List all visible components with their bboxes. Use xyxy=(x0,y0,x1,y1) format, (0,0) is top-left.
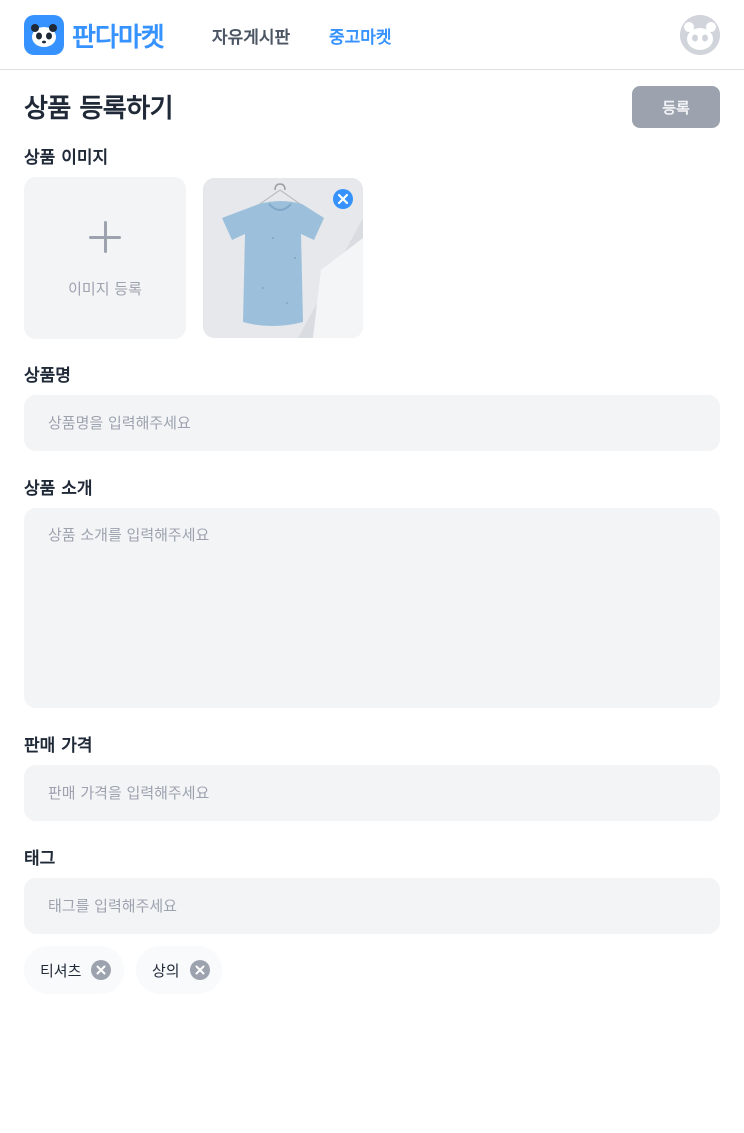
product-name-input[interactable] xyxy=(24,395,720,451)
user-avatar-icon[interactable] xyxy=(680,15,720,55)
remove-tag-icon[interactable] xyxy=(189,960,210,980)
tag-input[interactable] xyxy=(24,878,720,934)
top-navigation-bar: 판다마켓 자유게시판 중고마켓 xyxy=(0,0,744,70)
image-section-label: 상품 이미지 xyxy=(24,148,109,168)
tag-label: 태그 xyxy=(24,849,56,869)
tag-chip: 상의 xyxy=(136,946,222,994)
logo-text: 판다마켓 xyxy=(72,22,165,53)
panda-logo-icon xyxy=(24,15,64,55)
register-submit-button[interactable]: 등록 xyxy=(632,86,720,128)
tag-chip-label: 티셔츠 xyxy=(40,961,82,980)
site-logo[interactable]: 판다마켓 xyxy=(24,15,165,55)
nav-market-link[interactable]: 중고마켓 xyxy=(329,23,392,48)
product-description-textarea[interactable] xyxy=(24,508,720,708)
image-upload-label: 이미지 등록 xyxy=(68,280,142,298)
remove-tag-icon[interactable] xyxy=(91,960,112,980)
product-name-label: 상품명 xyxy=(24,366,71,386)
price-input[interactable] xyxy=(24,765,720,821)
tag-chip-label: 상의 xyxy=(152,961,180,980)
nav-free-board-link[interactable]: 자유게시판 xyxy=(212,23,290,48)
plus-icon xyxy=(87,219,123,255)
price-label: 판매 가격 xyxy=(24,736,93,756)
product-description-label: 상품 소개 xyxy=(24,479,93,499)
page-title: 상품 등록하기 xyxy=(24,94,174,124)
image-upload-button[interactable]: 이미지 등록 xyxy=(24,177,186,339)
tag-chip: 티셔츠 xyxy=(24,946,124,994)
remove-image-icon[interactable] xyxy=(332,188,354,210)
